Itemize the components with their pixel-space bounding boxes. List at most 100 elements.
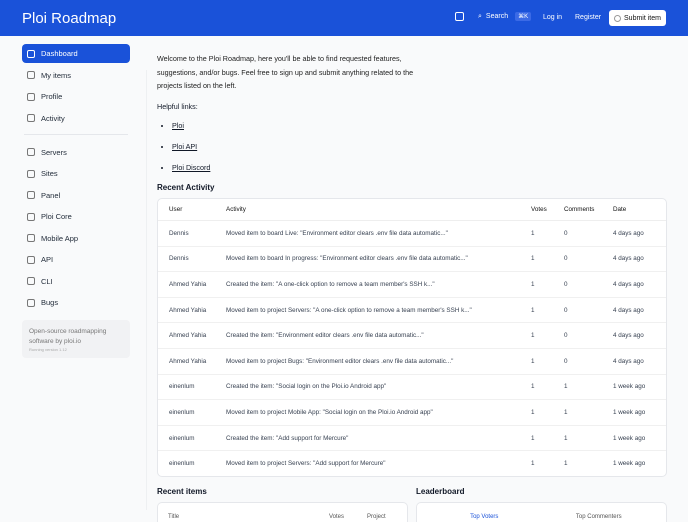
sidebar-item-label: Servers [41, 147, 67, 157]
column-header: User [158, 198, 215, 221]
sidebar-item-profile[interactable]: Profile [22, 87, 130, 106]
col-title: Title [168, 514, 180, 520]
sidebar-item-dashboard[interactable]: Dashboard [22, 44, 130, 63]
helpful-link[interactable]: Ploi [172, 121, 667, 130]
code-icon [27, 255, 35, 264]
cell: 1 week ago [613, 460, 646, 468]
cell: Ahmed Yahia [158, 297, 215, 324]
cell: Ahmed Yahia [158, 348, 215, 375]
cell: Moved item to project Bugs: "Environment… [215, 348, 520, 375]
cell: 4 days ago [602, 297, 666, 324]
cell: 4 days ago [602, 246, 666, 273]
column-header: Date [602, 198, 666, 221]
sidebar-item-api[interactable]: API [22, 250, 130, 269]
sidebar-item-label: Bugs [41, 298, 59, 307]
sidebar-item-panel[interactable]: Panel [22, 186, 130, 205]
sidebar-item-cli[interactable]: CLI [22, 272, 130, 291]
cell: 1 week ago [602, 374, 666, 401]
cell: 1 [520, 348, 553, 375]
globe-icon [27, 212, 35, 221]
col-project: Project [367, 514, 386, 520]
helpful-link[interactable]: Ploi Discord [172, 163, 667, 172]
monitor-icon [27, 191, 35, 199]
helpful-link[interactable]: Ploi API [172, 142, 667, 151]
cell: Ahmed Yahia [158, 322, 215, 349]
main-content: Welcome to the Ploi Roadmap, here you'll… [157, 52, 667, 478]
cell: 0 [553, 271, 602, 298]
recent-items-title: Recent items [157, 487, 207, 496]
sidebar-item-my-items[interactable]: My items [22, 66, 130, 85]
table-row[interactable]: Ahmed Yahia Moved item to project Bugs: "… [158, 348, 666, 375]
top-bar: Ploi Roadmap ⌕ Search ⌘K Log in Register S… [0, 0, 688, 36]
sidebar-item-mobile-app[interactable]: Mobile App [22, 229, 130, 248]
sidebar-item-label: CLI [41, 276, 53, 286]
cell: 1 [520, 220, 553, 247]
server-icon [27, 148, 35, 156]
register-link[interactable]: Register [575, 14, 601, 21]
submit-item-button[interactable]: Submit item [609, 10, 666, 26]
sidebar-item-servers[interactable]: Servers [22, 143, 130, 162]
helpful-links: Ploi Ploi API Ploi Discord [172, 121, 667, 172]
sidebar-item-label: Profile [41, 92, 63, 101]
cell: 1 [520, 425, 553, 452]
search-shortcut: ⌘K [515, 12, 532, 21]
cell: 0 [553, 220, 602, 247]
cell: 0 [553, 297, 602, 324]
leaderboard-tabs: Top Voters Top Commenters [416, 502, 667, 522]
sidebar-item-label: Ploi Core [41, 212, 72, 221]
cell: 1 [520, 374, 553, 401]
table-row[interactable]: Ahmed Yahia Created the item: "A one-clic… [158, 271, 666, 298]
table-row[interactable]: einenlum Moved item to project Mobile App… [158, 399, 666, 426]
home-icon [27, 49, 35, 58]
sidebar-item-bugs[interactable]: Bugs [22, 293, 130, 312]
cell: Moved item to project Servers: "Add supp… [226, 460, 386, 468]
cell: 1 [520, 399, 553, 426]
column-header: Votes [520, 198, 553, 221]
tab-top-voters[interactable]: Top Voters [427, 514, 542, 520]
sidebar-item-label: Dashboard [41, 49, 78, 58]
clock-icon [27, 114, 35, 122]
divider [146, 70, 147, 510]
cell: Dennis [158, 246, 215, 273]
cell: 1 [564, 460, 568, 468]
recent-activity-title: Recent Activity [157, 182, 215, 192]
cell: 1 week ago [602, 399, 666, 426]
cell: Created the item: "Environment editor cl… [215, 322, 520, 349]
sidebar-item-label: Sites [41, 169, 58, 178]
table-row[interactable]: Ahmed Yahia Moved item to project Servers… [158, 297, 666, 324]
about-box: Open-source roadmapping software by ploi… [22, 320, 130, 358]
sidebar-item-sites[interactable]: Sites [22, 164, 130, 183]
leaderboard-title: Leaderboard [416, 487, 465, 496]
monitor-icon[interactable] [455, 12, 464, 21]
sidebar-item-ploi-core[interactable]: Ploi Core [22, 207, 130, 226]
app-title[interactable]: Ploi Roadmap [22, 10, 116, 27]
table-row[interactable]: einenlum Moved item to project Servers: "… [158, 451, 666, 477]
sidebar-item-activity[interactable]: Activity [22, 109, 130, 128]
cell: 0 [553, 322, 602, 349]
sidebar-item-label: Activity [41, 113, 65, 123]
search-button[interactable]: ⌕ Search ⌘K [478, 12, 532, 21]
cell: 4 days ago [602, 220, 666, 247]
cell: einenlum [158, 425, 215, 452]
recent-items-table: Title Votes Project [157, 502, 408, 522]
recent-activity-table: User Activity Votes Comments Date Dennis Moved… [157, 197, 667, 478]
table-row[interactable]: Dennis Moved item to board Live: "Environ… [158, 220, 666, 247]
cell: 1 [520, 297, 553, 324]
cell: 4 days ago [602, 348, 666, 375]
cell: 1 [520, 322, 553, 349]
tab-top-commenters[interactable]: Top Commenters [542, 514, 657, 520]
cell: Created the item: "A one-click option to… [215, 271, 520, 298]
search-icon: ⌕ [478, 12, 482, 20]
table-row[interactable]: einenlum Created the item: "Social login … [158, 374, 666, 401]
col-votes: Votes [329, 514, 345, 520]
cell: Ahmed Yahia [158, 271, 215, 298]
table-row[interactable]: Dennis Moved item to board In progress: "… [158, 246, 666, 273]
cell: Moved item to board Live: "Environment e… [215, 220, 520, 247]
table-row[interactable]: einenlum Created the item: "Add support f… [158, 425, 666, 452]
plus-circle-icon [614, 14, 622, 22]
login-link[interactable]: Log in [543, 14, 562, 21]
sidebar-item-label: My items [41, 70, 71, 80]
cell: Created the item: "Social login on the P… [215, 374, 520, 401]
globe-icon [27, 169, 35, 178]
table-row[interactable]: Ahmed Yahia Created the item: "Environmen… [158, 322, 666, 349]
